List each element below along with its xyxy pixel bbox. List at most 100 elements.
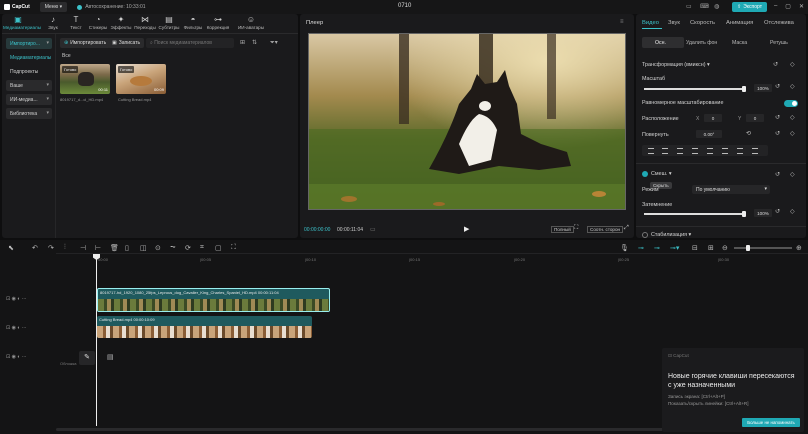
blend-section[interactable]: Смеш. ▾	[651, 171, 672, 177]
play-icon[interactable]: ▶	[464, 225, 469, 233]
split-icon[interactable]: ⫶	[64, 244, 66, 252]
sidebar-item-media[interactable]: Медиаматериалы	[6, 52, 52, 63]
align-right-icon[interactable]	[677, 148, 683, 154]
all-filter-label[interactable]: Все	[62, 53, 71, 59]
toolbar-avatar[interactable]: ☺ ИИ-аватары	[236, 15, 266, 33]
align-center-h-icon[interactable]	[662, 148, 668, 154]
track-lock-icon[interactable]: ⊡ ◉ ◐ ⋯	[6, 354, 27, 360]
sidebar-item-ai-media[interactable]: ИИ-медиа... ▾	[6, 94, 52, 105]
reverse-icon[interactable]: ⊙	[155, 244, 161, 252]
record-button[interactable]: ▣ Записать	[108, 38, 145, 48]
reset-icon[interactable]: ↺	[775, 208, 780, 215]
uniform-scale-toggle[interactable]	[784, 100, 798, 107]
menu-button[interactable]: Меню ▾	[39, 2, 68, 12]
opacity-value[interactable]: 100%	[754, 209, 772, 217]
video-clip-bread[interactable]: Cutting Bread.mp4 00:00:10:09	[97, 316, 312, 338]
rotate-icon[interactable]: ⟳	[185, 244, 191, 252]
fit-icon[interactable]: ⛶	[574, 225, 578, 232]
reset-icon[interactable]: ↺	[775, 114, 780, 121]
blend-checkbox[interactable]	[642, 171, 648, 177]
tab-animation[interactable]: Анимация	[726, 20, 753, 26]
redo-icon[interactable]: ↷	[48, 244, 54, 252]
zoom-out-icon[interactable]: ⊖	[722, 244, 728, 252]
rotate-input[interactable]: 0.00°	[696, 130, 722, 138]
timeline-scrollbar[interactable]	[56, 428, 696, 431]
view-mode-icon[interactable]: ⊞	[240, 39, 245, 46]
align-top-icon[interactable]	[692, 148, 698, 154]
track-lock-icon[interactable]: ⊡ ◉ ◐ ⋯	[6, 325, 27, 331]
project-name[interactable]: 0710	[398, 3, 411, 9]
reset-icon[interactable]: ↺	[775, 130, 780, 137]
subtab-basic[interactable]: Осн.	[655, 40, 666, 46]
keyframe-icon[interactable]: ◇	[790, 83, 795, 90]
account-icon[interactable]: ◍	[714, 3, 719, 10]
opacity-slider[interactable]	[644, 211, 746, 217]
distribute-v-icon[interactable]	[752, 148, 758, 154]
filter-funnel-icon[interactable]: ⏷▾	[270, 39, 278, 47]
tab-speed[interactable]: Скорость	[690, 20, 715, 26]
split-right-icon[interactable]: ⊢	[95, 244, 101, 252]
aspect-ratio-button[interactable]: Соотн. сторон	[587, 226, 624, 233]
snap-icon[interactable]: ⊟	[692, 244, 698, 252]
delete-icon[interactable]: 🗑	[110, 244, 119, 252]
reset-icon[interactable]: ↺	[773, 61, 778, 68]
playhead[interactable]	[96, 254, 97, 426]
keyframe-icon[interactable]: ◇	[790, 114, 795, 121]
import-button[interactable]: ⊕ Импортировать	[60, 38, 111, 48]
tab-audio[interactable]: Звук	[668, 20, 680, 26]
sidebar-item-yours[interactable]: Ваше ▾	[6, 80, 52, 91]
zoom-knob[interactable]	[746, 245, 750, 251]
fullscreen-icon[interactable]: ⤢	[624, 225, 629, 232]
split-audio-icon[interactable]: ⊞	[708, 244, 714, 252]
video-clip-dog[interactable]: 8019717-hd_1920_1080_25fps_Leprous_dog_C…	[97, 288, 330, 312]
position-y-input[interactable]: 0	[746, 114, 764, 122]
zoom-in-icon[interactable]: ⊕	[796, 244, 802, 252]
minimize-icon[interactable]: –	[774, 3, 777, 10]
mask-icon[interactable]: ◫	[140, 244, 147, 252]
rotate-dial-icon[interactable]: ⟲	[746, 130, 751, 137]
close-icon[interactable]: ✕	[799, 3, 804, 10]
full-quality-button[interactable]: Полный	[551, 226, 574, 233]
link-icon[interactable]: ⊸	[654, 244, 660, 252]
player-preview[interactable]	[308, 33, 626, 210]
split-left-icon[interactable]: ⊣	[80, 244, 86, 252]
export-button[interactable]: ⇪ Экспорт	[732, 2, 767, 12]
shortcut-icon[interactable]: ⌨	[700, 3, 709, 10]
transform-section[interactable]: Трансформация (вмиксн) ▾	[642, 62, 710, 68]
mirror-icon[interactable]: ⏦	[170, 244, 176, 252]
subtab-remove-bg[interactable]: Удалить фон	[686, 40, 717, 46]
align-bottom-icon[interactable]	[722, 148, 728, 154]
edit-cover-icon[interactable]: ✎	[79, 351, 95, 365]
sidebar-item-subprojects[interactable]: Подпроекты	[6, 66, 52, 77]
magnet-icon[interactable]: ⊸	[638, 244, 644, 252]
reset-icon[interactable]: ↺	[775, 83, 780, 90]
select-tool-icon[interactable]: ⬉	[8, 244, 14, 252]
sidebar-item-library[interactable]: Библиотека ▾	[6, 108, 52, 119]
keyframe-icon[interactable]: ◇	[790, 130, 795, 137]
mode-select[interactable]: По умолчанию ▾	[692, 185, 770, 194]
opacity-slider-knob[interactable]	[742, 211, 746, 217]
preview-axis-icon[interactable]: ⊸▾	[670, 244, 679, 252]
toolbar-media[interactable]: ▣ Медиаматериалы	[3, 15, 41, 33]
sidebar-item-import[interactable]: Импортиро... ▾	[6, 38, 52, 49]
subtab-retouch[interactable]: Ретушь	[770, 40, 788, 46]
fit-screen-icon[interactable]: ▢	[215, 244, 222, 252]
keyframe-icon[interactable]: ◇	[790, 171, 795, 178]
freeze-icon[interactable]: ▯	[125, 244, 129, 252]
scale-value[interactable]: 100%	[754, 84, 772, 92]
zoom-slider[interactable]	[734, 245, 792, 251]
keyframe-icon[interactable]: ◇	[790, 208, 795, 215]
enhance-icon[interactable]: ⛶	[231, 244, 236, 252]
scale-slider[interactable]	[644, 86, 746, 92]
stabilize-section[interactable]: Стабилизация ▾	[651, 232, 691, 238]
layout-icon[interactable]: ▭	[686, 3, 692, 10]
player-menu-icon[interactable]: ≡	[620, 19, 624, 25]
reset-icon[interactable]: ↺	[775, 171, 780, 178]
dont-remind-button[interactable]: Больше не напоминать	[742, 418, 800, 427]
microphone-icon[interactable]: 🎙	[620, 244, 629, 252]
tab-video[interactable]: Видео	[642, 20, 659, 26]
sort-icon[interactable]: ⇅	[252, 39, 257, 46]
media-search-input[interactable]: ⌕ Поиск медиаматериалов	[146, 38, 234, 48]
track-lock-icon[interactable]: ⊡ ◉ ◐ ⋯	[6, 296, 27, 302]
media-thumb-dog[interactable]: Готово 00:11	[60, 64, 110, 94]
